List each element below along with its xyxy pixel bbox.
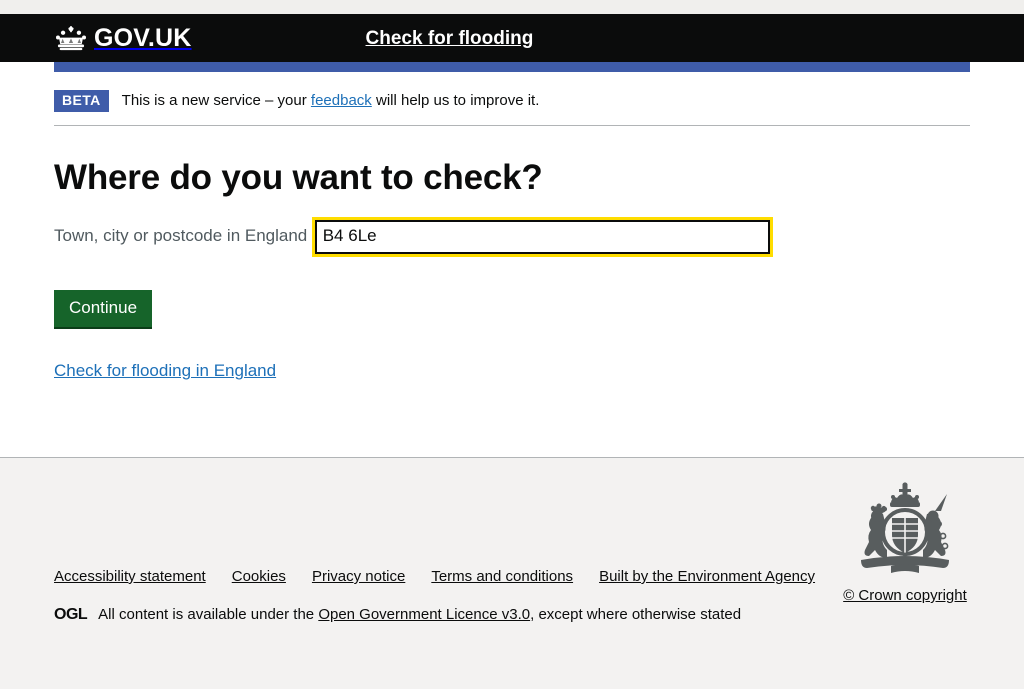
govuk-header: GOV.UK Check for flooding (0, 14, 1024, 62)
footer-link-terms-and-conditions[interactable]: Terms and conditions (431, 568, 573, 585)
footer-link-built-by-environment-agency[interactable]: Built by the Environment Agency (599, 568, 815, 585)
content-container: BETA This is a new service – your feedba… (0, 72, 1024, 381)
body-link-row: Check for flooding in England (54, 361, 970, 381)
licence-text-after: , except where otherwise stated (530, 606, 742, 623)
footer-link-accessibility-statement[interactable]: Accessibility statement (54, 568, 206, 585)
royal-coat-of-arms-icon (845, 480, 965, 580)
ogl-licence-text: All content is available under the Open … (98, 606, 741, 624)
phase-text-before: This is a new service – your (121, 92, 311, 110)
govuk-logo-link[interactable]: GOV.UK (54, 25, 192, 51)
licence-text-before: All content is available under the (98, 606, 319, 623)
location-input-hint: Town, city or postcode in England (54, 226, 308, 246)
main-content: Where do you want to check? Town, city o… (54, 126, 970, 381)
continue-button[interactable]: Continue (54, 289, 153, 330)
govuk-footer: Accessibility statement Cookies Privacy … (0, 457, 1024, 689)
service-blue-bar (54, 62, 970, 72)
page-root: GOV.UK Check for flooding BETA This is a… (0, 0, 1024, 689)
content-inner: BETA This is a new service – your feedba… (54, 72, 970, 381)
service-name-link[interactable]: Check for flooding (366, 29, 534, 48)
crown-copyright-block: © Crown copyright (840, 480, 970, 605)
crown-copyright-link[interactable]: © Crown copyright (843, 587, 967, 604)
feedback-link[interactable]: feedback (311, 92, 372, 109)
location-input-focus-ring (311, 216, 773, 257)
phase-banner: BETA This is a new service – your feedba… (54, 72, 970, 127)
phase-text-after: will help us to improve it. (371, 92, 540, 110)
continue-button-row: Continue (54, 257, 970, 330)
location-search-input[interactable] (314, 219, 770, 254)
phase-banner-text: This is a new service – your feedback wi… (122, 92, 540, 110)
govuk-logo-text: GOV.UK (94, 23, 192, 52)
footer-inner: Accessibility statement Cookies Privacy … (0, 458, 1024, 689)
phase-tag-beta: BETA (54, 90, 109, 113)
ogl-logo-icon: OGL (54, 606, 88, 623)
footer-link-privacy-notice[interactable]: Privacy notice (312, 568, 405, 585)
page-title: Where do you want to check? (54, 158, 543, 198)
footer-link-cookies[interactable]: Cookies (232, 568, 286, 585)
check-flooding-england-link[interactable]: Check for flooding in England (54, 361, 276, 380)
blue-bar-container (0, 62, 1024, 72)
ogl-licence-row: OGL All content is available under the O… (54, 606, 741, 624)
crown-icon (54, 25, 88, 51)
footer-links: Accessibility statement Cookies Privacy … (54, 568, 815, 585)
browser-top-strip (0, 0, 1024, 14)
open-government-licence-link[interactable]: Open Government Licence v3.0 (318, 606, 530, 623)
